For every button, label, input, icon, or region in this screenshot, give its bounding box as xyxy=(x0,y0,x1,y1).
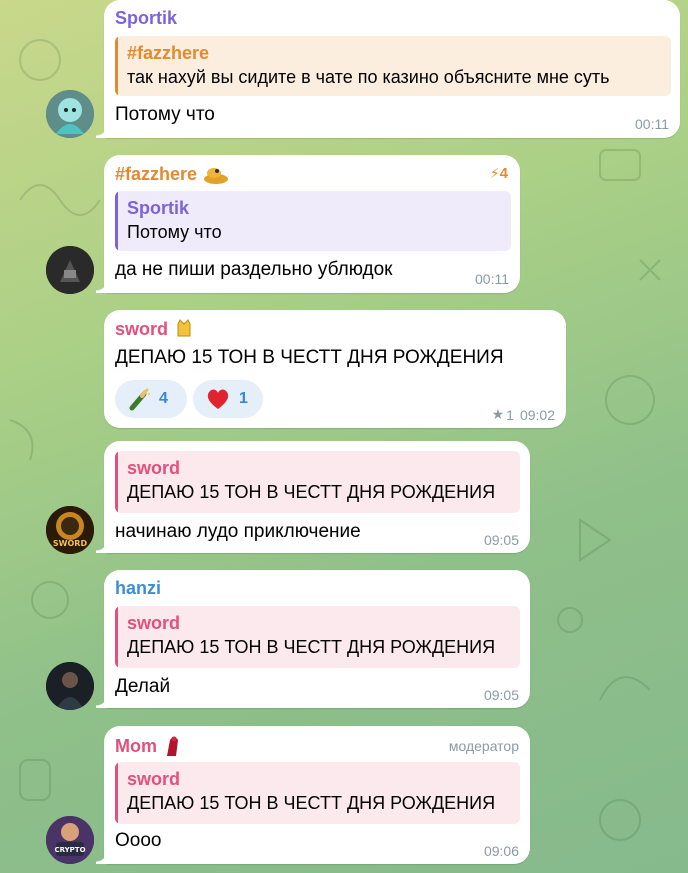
reply-text: ДЕПАЮ 15 ТОН В ЧЕСТТ ДНЯ РОЖДЕНИЯ xyxy=(127,793,496,813)
message-text: Делай xyxy=(115,676,171,697)
message-time: ★ 1 09:02 xyxy=(491,406,555,423)
message-time: 09:05 xyxy=(483,687,519,703)
message-text: Оооо xyxy=(115,830,162,851)
reply-quote[interactable]: #fazzhere так нахуй вы сидите в чате по … xyxy=(115,36,671,96)
dark-portrait-avatar-icon xyxy=(46,662,94,710)
sender-name[interactable]: sword xyxy=(115,318,194,340)
emoji-status-icon xyxy=(177,319,191,337)
avatar[interactable] xyxy=(46,90,94,138)
sender-name[interactable]: Sportik xyxy=(115,8,177,29)
avatar[interactable]: CRYPTO xyxy=(46,816,94,864)
moderator-label: модератор xyxy=(448,738,519,754)
heart-icon xyxy=(207,389,229,409)
reply-text: так нахуй вы сидите в чате по казино объ… xyxy=(127,67,610,87)
reply-sender-name: Sportik xyxy=(127,198,190,218)
svg-text:SWORD: SWORD xyxy=(53,539,88,548)
reply-text: ДЕПАЮ 15 ТОН В ЧЕСТТ ДНЯ РОЖДЕНИЯ xyxy=(127,637,496,657)
message-text: Потому что xyxy=(115,104,215,125)
reaction-heart[interactable]: 1 xyxy=(193,380,263,418)
reply-sender-name: sword xyxy=(127,613,181,633)
sender-name[interactable]: Mom xyxy=(115,734,181,758)
message-time: 09:05 xyxy=(483,532,519,548)
message-bubble[interactable]: hanzi sword ДЕПАЮ 15 ТОН В ЧЕСТТ ДНЯ РОЖ… xyxy=(96,570,530,708)
emoji-status-icon xyxy=(167,736,178,756)
reply-text: ДЕПАЮ 15 ТОН В ЧЕСТТ ДНЯ РОЖДЕНИЯ xyxy=(127,482,496,502)
star-icon: ★ xyxy=(491,406,505,422)
reaction-champagne[interactable]: 4 xyxy=(115,380,187,418)
sword-logo-avatar-icon: SWORD xyxy=(46,506,94,554)
avatar[interactable] xyxy=(46,662,94,710)
champagne-icon xyxy=(129,388,150,411)
reply-sender-name: #fazzhere xyxy=(127,43,210,63)
anime-avatar-icon xyxy=(46,90,94,138)
message-text: начинаю лудо приключение xyxy=(115,521,361,542)
message-text: ДЕПАЮ 15 ТОН В ЧЕСТТ ДНЯ РОЖДЕНИЯ xyxy=(115,347,504,368)
avatar[interactable]: SWORD xyxy=(46,506,94,554)
boost-badge[interactable]: ⚡ 4 xyxy=(490,165,508,182)
crypto-avatar-icon: CRYPTO xyxy=(46,816,94,864)
message-bubble[interactable]: Mom модератор sword ДЕПАЮ 15 ТОН В ЧЕСТТ… xyxy=(96,726,530,864)
reply-quote[interactable]: sword ДЕПАЮ 15 ТОН В ЧЕСТТ ДНЯ РОЖДЕНИЯ xyxy=(115,606,520,668)
boost-icon: ⚡ xyxy=(489,165,500,181)
reply-text: Потому что xyxy=(127,222,222,242)
message-time: 09:06 xyxy=(483,843,519,859)
reply-quote[interactable]: sword ДЕПАЮ 15 ТОН В ЧЕСТТ ДНЯ РОЖДЕНИЯ xyxy=(115,762,520,824)
avatar[interactable] xyxy=(46,246,94,294)
message-text: да не пиши раздельно ублюдок xyxy=(115,259,393,280)
reply-sender-name: sword xyxy=(127,458,181,478)
emoji-status-icon xyxy=(204,168,229,184)
message-bubble[interactable]: #fazzhere ⚡ 4 Sportik Потому что да не п… xyxy=(96,155,520,293)
dark-avatar-icon xyxy=(46,246,94,294)
reply-sender-name: sword xyxy=(127,769,181,789)
message-time: 00:11 xyxy=(635,116,669,132)
message-time: 00:11 xyxy=(475,271,509,287)
sender-name[interactable]: #fazzhere xyxy=(115,163,229,185)
reply-quote[interactable]: Sportik Потому что xyxy=(115,191,511,251)
message-bubble[interactable]: sword ДЕПАЮ 15 ТОН В ЧЕСТТ ДНЯ РОЖДЕНИЯ … xyxy=(96,441,530,553)
sender-name[interactable]: hanzi xyxy=(115,578,161,599)
svg-text:CRYPTO: CRYPTO xyxy=(54,846,85,854)
message-bubble[interactable]: sword ДЕПАЮ 15 ТОН В ЧЕСТТ ДНЯ РОЖДЕНИЯ … xyxy=(104,310,566,428)
message-bubble[interactable]: Sportik #fazzhere так нахуй вы сидите в … xyxy=(96,0,680,138)
reply-quote[interactable]: sword ДЕПАЮ 15 ТОН В ЧЕСТТ ДНЯ РОЖДЕНИЯ xyxy=(115,451,520,513)
